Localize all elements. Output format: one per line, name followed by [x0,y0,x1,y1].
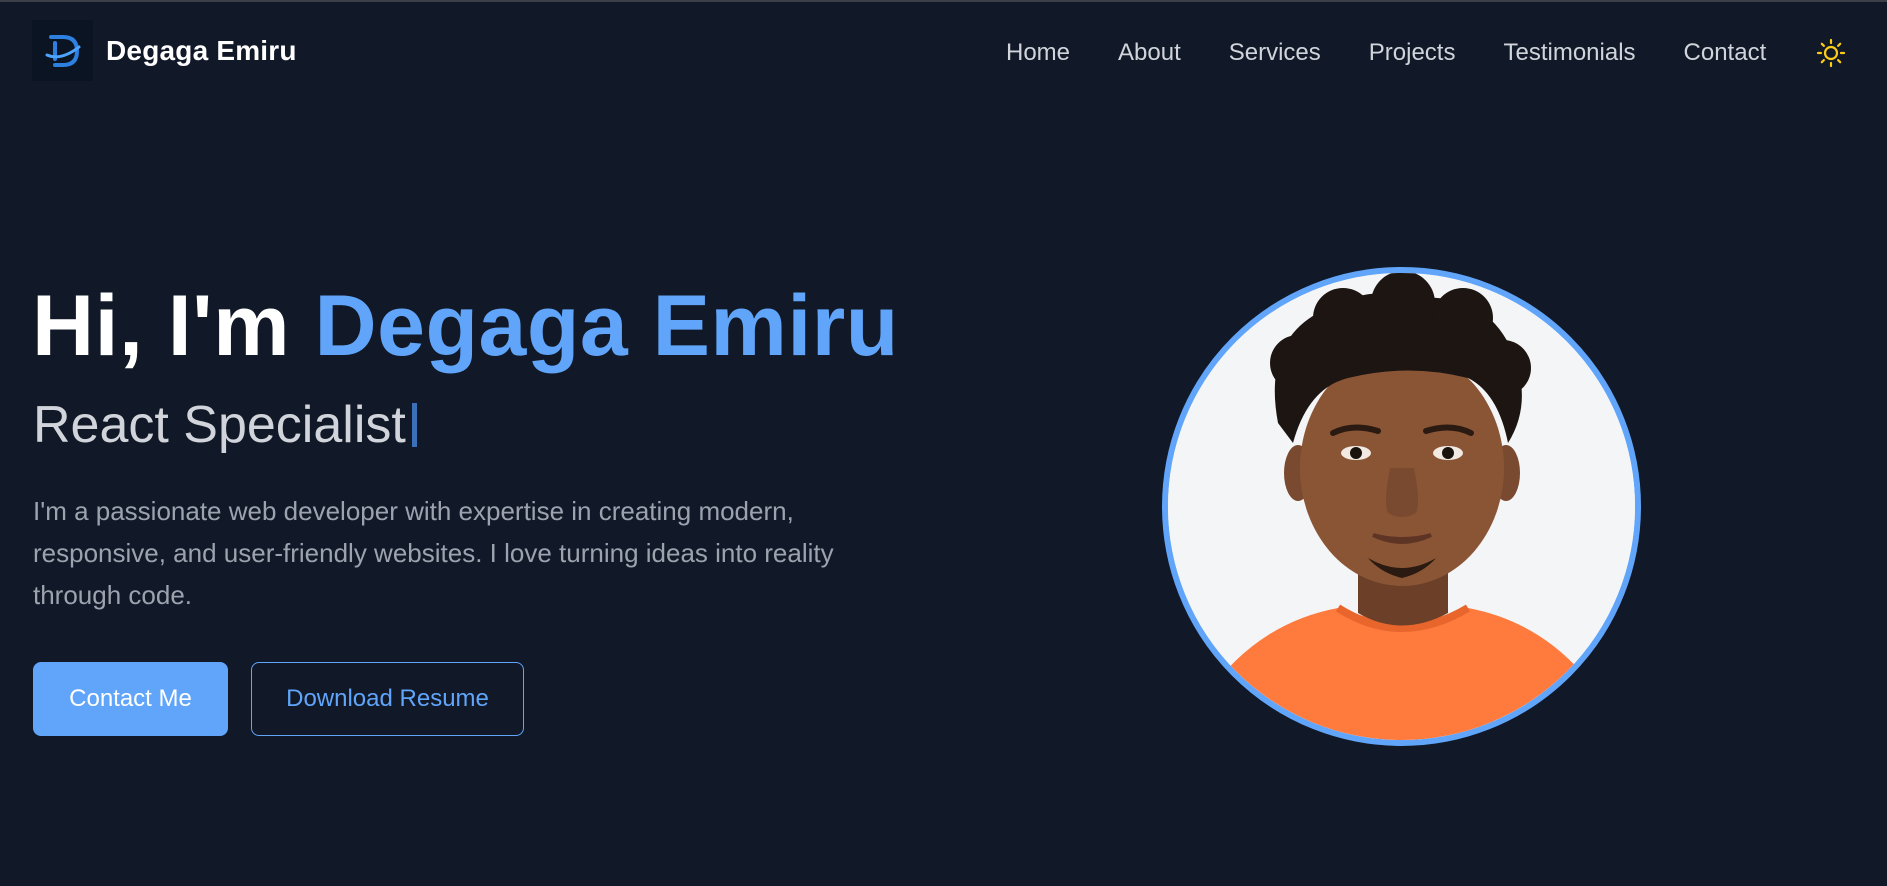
hero-name: Degaga Emiru [314,278,899,374]
theme-toggle-button[interactable] [1814,36,1848,70]
nav-item-contact[interactable]: Contact [1684,36,1767,70]
hero-greeting: Hi, I'm [32,278,291,374]
download-resume-button[interactable]: Download Resume [251,662,524,736]
d-letter-logo-icon [32,20,93,81]
sun-icon [1816,38,1846,68]
contact-me-button[interactable]: Contact Me [33,662,228,736]
brand[interactable]: Degaga Emiru [32,20,297,81]
nav-item-about[interactable]: About [1118,36,1181,70]
hero-title: Hi, I'm Degaga Emiru [32,276,899,376]
nav-item-services[interactable]: Services [1229,36,1321,70]
navbar: Degaga Emiru Home About Services Project… [0,2,1887,100]
nav-links: Home About Services Projects Testimonial… [1006,36,1766,70]
hero-description: I'm a passionate web developer with expe… [33,496,834,610]
nav-item-home[interactable]: Home [1006,36,1070,70]
brand-name: Degaga Emiru [106,34,297,66]
hero-role-text: React Specialist [33,396,406,454]
profile-photo [1162,267,1641,746]
hero-role: React Specialist [33,394,417,456]
nav-item-projects[interactable]: Projects [1369,36,1456,70]
nav-item-testimonials[interactable]: Testimonials [1503,36,1635,70]
typing-cursor [411,403,417,447]
